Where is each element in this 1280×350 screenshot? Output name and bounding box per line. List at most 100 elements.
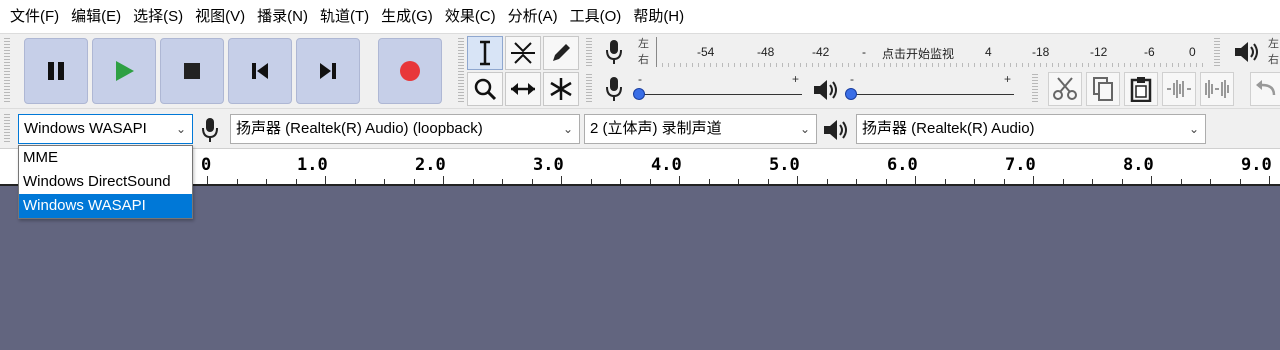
record-level-meter[interactable]: -54 -48 -42 - 点击开始监视 4 -18 -12 -6 0 xyxy=(656,37,1208,67)
ruler-label: 0 xyxy=(201,155,212,175)
device-toolbar-grip[interactable] xyxy=(4,114,10,144)
stop-icon xyxy=(182,61,202,81)
magnifier-icon xyxy=(473,77,497,101)
output-volume-slider[interactable]: - + xyxy=(844,72,1020,104)
menu-analyze[interactable]: 分析(A) xyxy=(502,0,564,33)
envelope-tool-button[interactable] xyxy=(505,36,541,70)
ruler-tick xyxy=(236,179,238,184)
record-meter-mic-icon[interactable] xyxy=(604,38,624,66)
ruler-tick xyxy=(974,179,975,184)
ruler-tick xyxy=(944,179,946,184)
monitor-hint[interactable]: 点击开始监视 xyxy=(882,45,954,62)
ruler-tick xyxy=(767,179,769,184)
cut-button[interactable] xyxy=(1048,72,1082,106)
output-volume-speaker-icon xyxy=(812,77,840,103)
output-slider-min-label: - xyxy=(850,72,854,86)
ruler-tick xyxy=(856,179,857,184)
ruler-tick xyxy=(885,179,887,184)
tools-toolbar-grip[interactable] xyxy=(458,38,464,104)
ruler-label: 2.0 xyxy=(415,155,446,175)
ruler-tick xyxy=(620,179,621,184)
pause-icon xyxy=(45,60,67,82)
ruler-tick xyxy=(531,179,533,184)
playback-device-select[interactable]: 扬声器 (Realtek(R) Audio) ⌄ xyxy=(856,114,1206,144)
audio-host-select[interactable]: Windows WASAPI ⌄ xyxy=(18,114,193,144)
zoom-tool-button[interactable] xyxy=(467,72,503,106)
meter-left-label: 左 xyxy=(638,38,649,50)
menu-help[interactable]: 帮助(H) xyxy=(627,0,690,33)
skip-to-end-icon xyxy=(317,60,339,82)
record-button[interactable] xyxy=(378,38,442,104)
edit-toolbar-grip[interactable] xyxy=(1032,74,1038,104)
undo-button[interactable] xyxy=(1250,72,1280,106)
meter-scale-label: -42 xyxy=(812,45,830,59)
ruler-label: 9.0 xyxy=(1241,155,1272,175)
menu-select[interactable]: 选择(S) xyxy=(127,0,189,33)
menu-tracks[interactable]: 轨道(T) xyxy=(314,0,375,33)
stop-button[interactable] xyxy=(160,38,224,104)
menu-transport[interactable]: 播录(N) xyxy=(251,0,314,33)
scissors-icon xyxy=(1052,76,1078,102)
host-option-mme[interactable]: MME xyxy=(19,146,192,170)
recording-device-value: 扬声器 (Realtek(R) Audio) (loopback) xyxy=(236,120,483,137)
ruler-tick xyxy=(1151,176,1152,184)
pause-button[interactable] xyxy=(24,38,88,104)
play-meter-speaker-icon[interactable] xyxy=(1233,39,1261,65)
ruler-tick xyxy=(354,179,356,184)
copy-button[interactable] xyxy=(1086,72,1120,106)
device-toolbar: Windows WASAPI ⌄ 扬声器 (Realtek(R) Audio) … xyxy=(0,108,1280,148)
silence-audio-button[interactable] xyxy=(1200,72,1234,106)
draw-tool-button[interactable] xyxy=(543,36,579,70)
record-icon xyxy=(398,59,422,83)
ruler-tick xyxy=(325,176,326,184)
play-meter-right-label: 右 xyxy=(1268,54,1279,66)
ruler-tick xyxy=(915,176,916,184)
menu-generate[interactable]: 生成(G) xyxy=(375,0,439,33)
recording-device-select[interactable]: 扬声器 (Realtek(R) Audio) (loopback) ⌄ xyxy=(230,114,580,144)
ruler-tick xyxy=(1121,179,1123,184)
ruler-tick xyxy=(738,179,739,184)
play-meter-grip[interactable] xyxy=(1214,38,1220,68)
trim-audio-button[interactable] xyxy=(1162,72,1196,106)
input-volume-slider[interactable]: - + xyxy=(632,72,808,104)
ruler-tick xyxy=(443,176,444,184)
input-slider-track xyxy=(638,94,802,95)
mixer-grip[interactable] xyxy=(586,74,592,104)
host-option-wasapi[interactable]: Windows WASAPI xyxy=(19,194,192,218)
playback-device-speaker-icon xyxy=(822,117,850,143)
skip-to-start-button[interactable] xyxy=(228,38,292,104)
ruler-label: 8.0 xyxy=(1123,155,1154,175)
time-shift-tool-button[interactable] xyxy=(505,72,541,106)
recording-channels-select[interactable]: 2 (立体声) 录制声道 ⌄ xyxy=(584,114,817,144)
recording-channels-value: 2 (立体声) 录制声道 xyxy=(590,120,722,137)
meter-scale-label: -18 xyxy=(1032,45,1050,59)
skip-to-end-button[interactable] xyxy=(296,38,360,104)
menu-file[interactable]: 文件(F) xyxy=(4,0,65,33)
ruler-tick xyxy=(207,176,208,184)
menu-tools[interactable]: 工具(O) xyxy=(564,0,628,33)
play-icon xyxy=(112,59,136,83)
output-slider-track xyxy=(850,94,1014,95)
selection-tool-button[interactable] xyxy=(467,36,503,70)
chevron-down-icon: ⌄ xyxy=(1188,122,1199,136)
menu-bar: 文件(F) 编辑(E) 选择(S) 视图(V) 播录(N) 轨道(T) 生成(G… xyxy=(0,0,1280,33)
pencil-icon xyxy=(549,41,573,65)
paste-button[interactable] xyxy=(1124,72,1158,106)
menu-edit[interactable]: 编辑(E) xyxy=(65,0,127,33)
transport-toolbar-grip[interactable] xyxy=(4,38,10,104)
ruler-tick xyxy=(1033,176,1034,184)
ruler-tick xyxy=(472,179,474,184)
ruler-label: 5.0 xyxy=(769,155,800,175)
menu-effect[interactable]: 效果(C) xyxy=(439,0,502,33)
ruler-tick xyxy=(649,179,651,184)
copy-icon xyxy=(1091,76,1115,102)
menu-view[interactable]: 视图(V) xyxy=(189,0,251,33)
ruler-tick xyxy=(295,179,297,184)
input-slider-thumb[interactable] xyxy=(633,88,645,100)
multi-tool-button[interactable] xyxy=(543,72,579,106)
input-volume-mic-icon xyxy=(604,75,624,103)
play-button[interactable] xyxy=(92,38,156,104)
record-meter-grip[interactable] xyxy=(586,38,592,68)
host-option-directsound[interactable]: Windows DirectSound xyxy=(19,170,192,194)
output-slider-thumb[interactable] xyxy=(845,88,857,100)
